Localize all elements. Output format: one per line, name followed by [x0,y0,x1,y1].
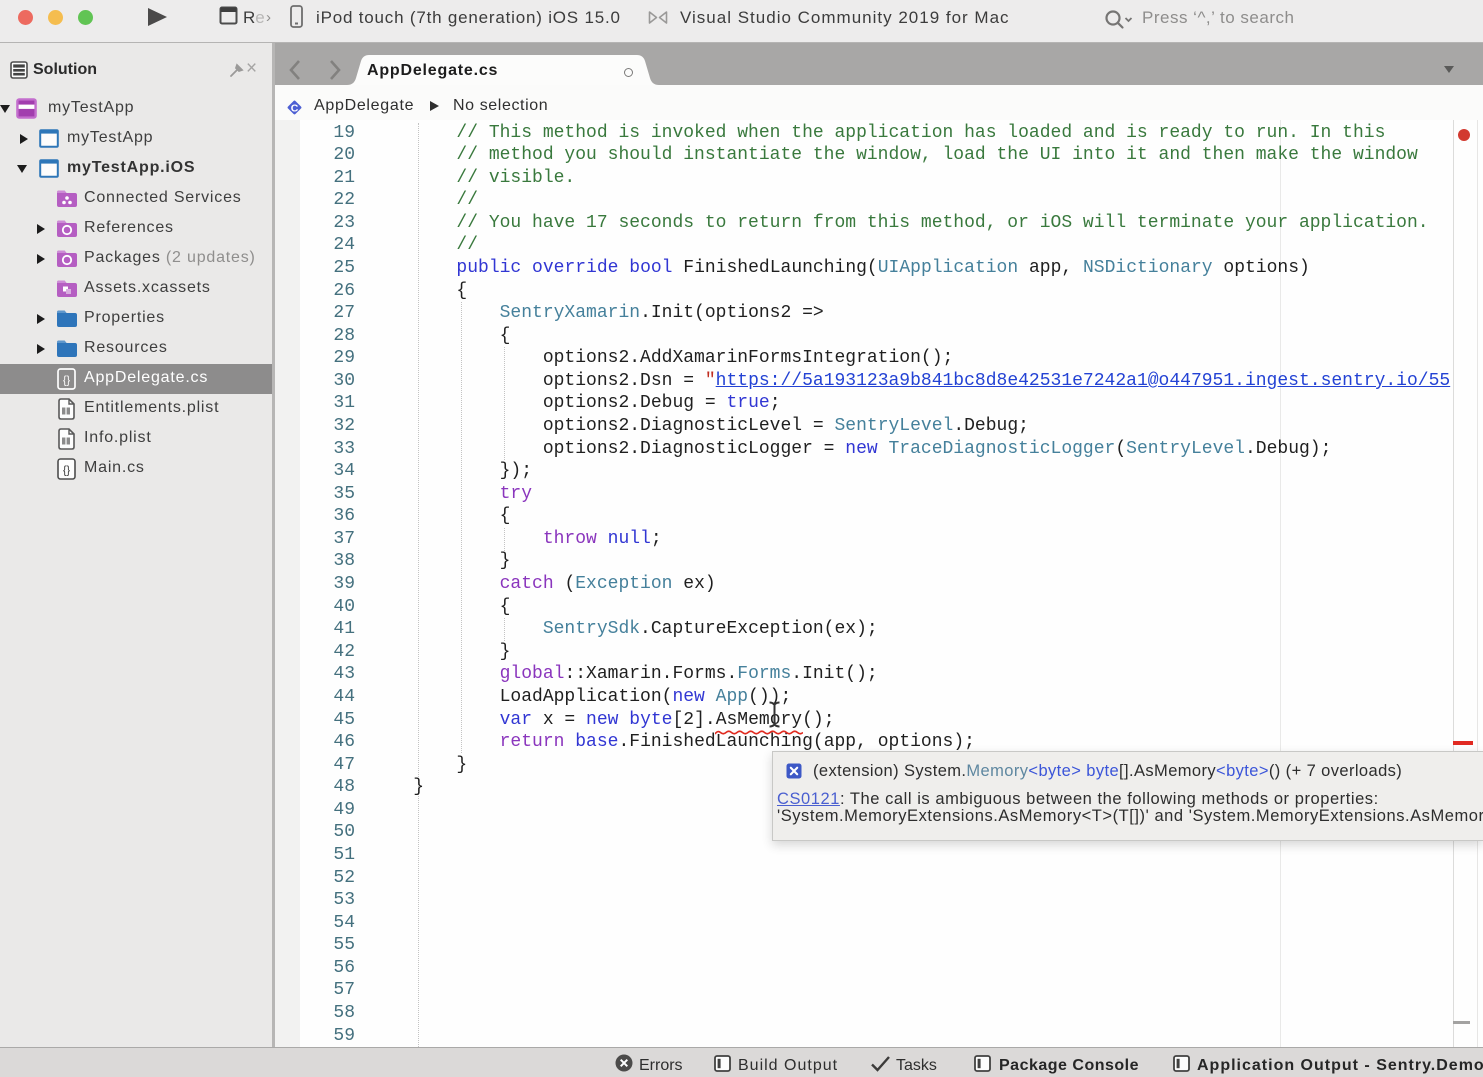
svg-text:{}: {} [63,464,71,476]
svg-text:C: C [291,103,299,115]
svg-text:{}: {} [63,374,71,386]
